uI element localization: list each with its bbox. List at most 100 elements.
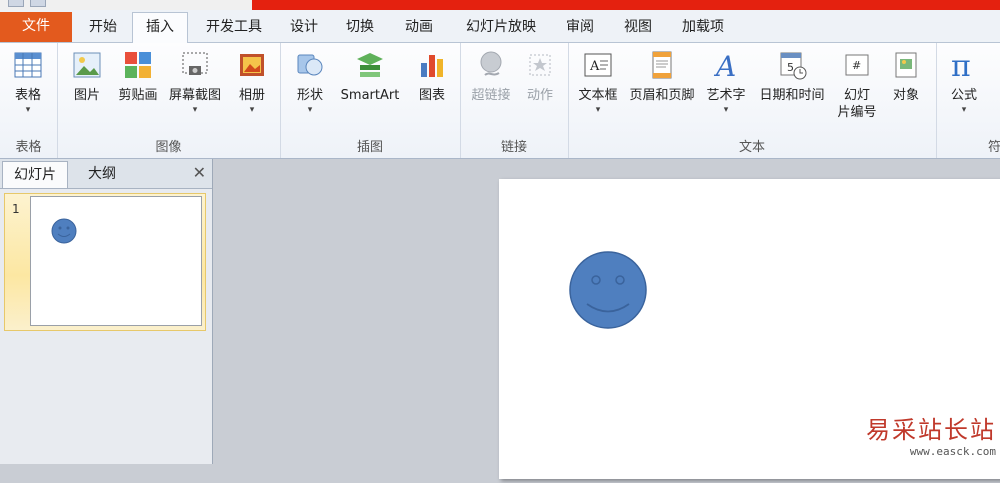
- svg-text:#: #: [852, 59, 861, 72]
- group-label-illustrations: 插图: [356, 140, 383, 155]
- title-bar: [0, 0, 1000, 10]
- clipart-icon: [125, 52, 151, 78]
- group-label-symbols: 符号: [987, 140, 1000, 155]
- photo-album-icon: [240, 54, 264, 76]
- tab-insert[interactable]: 插入: [132, 12, 188, 43]
- chevron-down-icon: ▾: [249, 105, 255, 115]
- shapes-label: 形状: [296, 88, 323, 103]
- group-links: 超链接 动作 链接: [460, 43, 569, 158]
- pi-equation-icon: π: [951, 49, 971, 81]
- date-time-label: 日期和时间: [759, 88, 825, 103]
- clipart-button[interactable]: 剪贴画: [113, 49, 163, 104]
- group-images: 图片 剪贴画 屏幕截图 ▾ 相册 ▾ 图像: [57, 43, 281, 158]
- table-icon: [14, 52, 42, 78]
- tab-slides[interactable]: 幻灯片: [2, 161, 68, 188]
- equation-label: 公式: [950, 88, 977, 103]
- slide-number-label-2: 片编号: [837, 105, 877, 120]
- hyperlink-globe-icon: [480, 51, 502, 76]
- slide-number-button[interactable]: # 幻灯 片编号: [832, 49, 882, 121]
- hyperlink-button[interactable]: 超链接: [466, 49, 516, 104]
- ribbon-tab-bar: 文件 开始 插入 开发工具 设计 切换 动画 幻灯片放映 审阅 视图 加载项: [0, 10, 1000, 43]
- watermark-title: 易采站长站: [866, 416, 996, 444]
- header-footer-label: 页眉和页脚: [629, 88, 695, 103]
- group-symbols: π 公式 ▾ 符号: [936, 43, 1000, 158]
- table-button[interactable]: 表格 ▾: [6, 49, 50, 116]
- chevron-down-icon: ▾: [723, 105, 729, 115]
- picture-label: 图片: [73, 88, 100, 103]
- tab-home[interactable]: 开始: [80, 13, 126, 42]
- tab-animations[interactable]: 动画: [396, 13, 442, 42]
- textbox-icon: A: [584, 53, 612, 77]
- chevron-down-icon: ▾: [192, 105, 198, 115]
- object-button[interactable]: 对象: [884, 49, 928, 104]
- clipart-label: 剪贴画: [118, 88, 158, 103]
- svg-text:5: 5: [787, 61, 794, 74]
- textbox-button[interactable]: A 文本框 ▾: [572, 49, 624, 116]
- wordart-button[interactable]: A 艺术字 ▾: [702, 49, 750, 116]
- smartart-button[interactable]: SmartArt: [332, 49, 408, 104]
- slide-number-icon: #: [845, 54, 869, 76]
- album-button[interactable]: 相册 ▾: [230, 49, 274, 116]
- watermark: 易采站长站 www.easck.com: [866, 410, 996, 458]
- tab-view[interactable]: 视图: [616, 13, 660, 42]
- screenshot-label: 屏幕截图: [168, 88, 221, 103]
- chevron-down-icon: ▾: [595, 105, 601, 115]
- quick-access-save-icon[interactable]: [30, 0, 46, 7]
- slide-thumbnail-selected[interactable]: 1: [4, 193, 206, 331]
- chevron-down-icon: ▾: [25, 105, 31, 115]
- textbox-label: 文本框: [578, 88, 618, 103]
- shapes-button[interactable]: 形状 ▾: [288, 49, 332, 116]
- wordart-label: 艺术字: [706, 88, 746, 103]
- quick-access-icon[interactable]: [8, 0, 24, 7]
- slide-number-label-1: 幻灯: [843, 88, 870, 103]
- title-bar-highlight: [252, 0, 1000, 10]
- wordart-icon: A: [713, 50, 736, 81]
- tab-addins[interactable]: 加载项: [672, 13, 734, 42]
- tab-outline[interactable]: 大纲: [72, 161, 132, 187]
- calendar-clock-icon: 5: [780, 52, 807, 80]
- thumbnail-smiley-icon: [51, 218, 77, 244]
- group-tables: 表格 ▾ 表格: [0, 43, 58, 158]
- close-icon[interactable]: ✕: [193, 163, 206, 182]
- smartart-label: SmartArt: [340, 88, 400, 103]
- screenshot-icon: [182, 52, 208, 75]
- action-label: 动作: [526, 88, 553, 103]
- slide-thumbnail[interactable]: [30, 196, 202, 326]
- slide-number: 1: [12, 202, 20, 216]
- bar-chart-icon: [421, 55, 443, 77]
- slides-pane: 幻灯片 大纲 ✕ 1: [0, 159, 213, 464]
- smartart-icon: [357, 53, 383, 77]
- picture-button[interactable]: 图片: [65, 49, 109, 104]
- pane-tabs: 幻灯片 大纲 ✕: [0, 159, 212, 189]
- tab-review[interactable]: 审阅: [558, 13, 602, 42]
- group-label-links: 链接: [500, 140, 527, 155]
- chevron-down-icon: ▾: [961, 105, 967, 115]
- equation-button[interactable]: π 公式 ▾: [942, 49, 986, 116]
- group-label-images: 图像: [155, 140, 182, 155]
- date-time-button[interactable]: 5 日期和时间: [752, 49, 832, 104]
- svg-text:π: π: [951, 49, 971, 81]
- object-icon: [895, 52, 917, 78]
- action-star-icon: [529, 54, 551, 76]
- chart-button[interactable]: 图表: [410, 49, 454, 104]
- action-button[interactable]: 动作: [518, 49, 562, 104]
- tab-design[interactable]: 设计: [282, 13, 326, 42]
- header-footer-button[interactable]: 页眉和页脚: [624, 49, 700, 104]
- group-text: A 文本框 ▾ 页眉和页脚 A 艺术字 ▾ 5 日期和时间 # 幻灯 片编号 对…: [568, 43, 937, 158]
- group-label-text: 文本: [738, 140, 765, 155]
- tab-transitions[interactable]: 切换: [338, 13, 382, 42]
- object-label: 对象: [892, 88, 919, 103]
- chevron-down-icon: ▾: [307, 105, 313, 115]
- tab-file[interactable]: 文件: [0, 12, 72, 42]
- ribbon: 表格 ▾ 表格 图片 剪贴画 屏幕截图 ▾ 相册 ▾ 图像 形状 ▾ Smart…: [0, 43, 1000, 159]
- table-label: 表格: [14, 88, 41, 103]
- svg-text:A: A: [713, 50, 736, 81]
- chart-label: 图表: [418, 88, 445, 103]
- tab-developer[interactable]: 开发工具: [196, 13, 272, 42]
- group-illustrations: 形状 ▾ SmartArt 图表 插图: [280, 43, 461, 158]
- tab-slideshow[interactable]: 幻灯片放映: [456, 13, 546, 42]
- svg-text:A: A: [589, 59, 600, 74]
- group-label-tables: 表格: [15, 140, 42, 155]
- screenshot-button[interactable]: 屏幕截图 ▾: [163, 49, 227, 116]
- picture-icon: [73, 52, 101, 78]
